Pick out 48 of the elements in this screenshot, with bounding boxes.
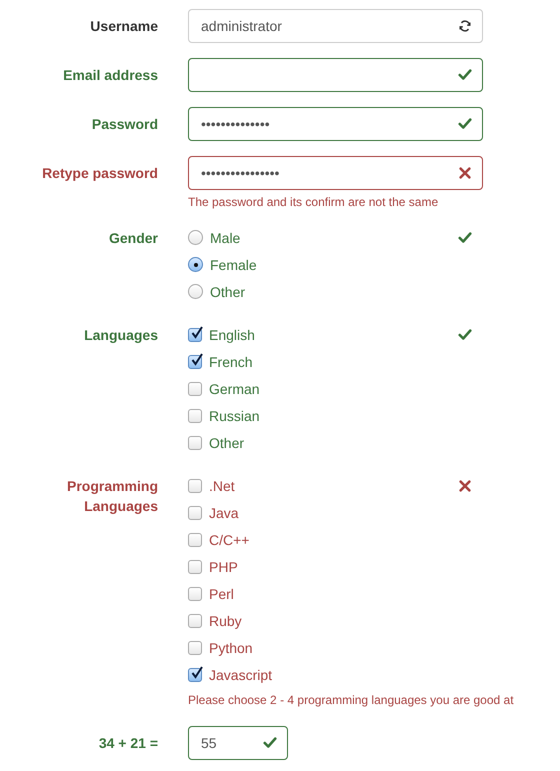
checkbox[interactable] xyxy=(188,436,202,450)
option-label: English xyxy=(209,326,255,344)
input-field[interactable] xyxy=(188,58,483,92)
checkbox[interactable] xyxy=(188,506,202,520)
option-label: German xyxy=(209,380,260,398)
checkbox[interactable] xyxy=(188,382,202,396)
option-label: Perl xyxy=(209,584,234,604)
checkbox[interactable] xyxy=(188,586,202,600)
field-label: Email address xyxy=(62,66,158,85)
checkbox[interactable] xyxy=(188,668,202,682)
field-label: Retype password xyxy=(41,164,158,183)
option-label: Java xyxy=(209,504,239,522)
option-label: Other xyxy=(210,282,246,302)
radio-button[interactable] xyxy=(188,284,203,299)
option-label: Male xyxy=(210,228,240,248)
input-field[interactable]: •••••••••••••• xyxy=(188,107,483,141)
field-label: Username xyxy=(89,17,158,36)
option-label: PHP xyxy=(209,558,238,576)
field-label: Gender xyxy=(108,229,158,248)
input-field[interactable]: 55 xyxy=(188,726,288,760)
option-label: Female xyxy=(210,256,257,274)
checkbox[interactable] xyxy=(188,532,202,546)
checkbox[interactable] xyxy=(188,640,202,654)
radio-button[interactable] xyxy=(188,230,203,245)
option-label: Other xyxy=(209,434,244,452)
field-label: Programming Languages xyxy=(66,477,158,516)
option-label: French xyxy=(209,352,253,372)
checkbox[interactable] xyxy=(188,354,202,368)
checkbox[interactable] xyxy=(188,408,202,422)
field-label: Languages xyxy=(83,326,158,345)
help-text: The password and its confirm are not the same xyxy=(188,194,438,210)
input-field[interactable]: •••••••••••••••• xyxy=(188,156,483,190)
option-label: Russian xyxy=(209,406,260,426)
checkbox[interactable] xyxy=(188,560,202,574)
field-label: 34 + 21 = xyxy=(98,734,158,753)
radio-button[interactable] xyxy=(188,257,203,272)
help-text: Please choose 2 - 4 programming languages you are good at xyxy=(188,692,514,708)
checkbox[interactable] xyxy=(188,478,202,492)
checkbox[interactable] xyxy=(188,328,202,342)
option-label: Javascript xyxy=(209,666,272,684)
input-field[interactable]: administrator xyxy=(188,9,483,43)
checkbox[interactable] xyxy=(188,614,202,628)
field-label: Password xyxy=(90,115,158,134)
option-label: C/C++ xyxy=(209,530,250,550)
option-label: Ruby xyxy=(209,612,242,630)
option-label: .Net xyxy=(209,476,235,496)
refresh-icon[interactable] xyxy=(458,19,472,33)
option-label: Python xyxy=(209,638,253,658)
